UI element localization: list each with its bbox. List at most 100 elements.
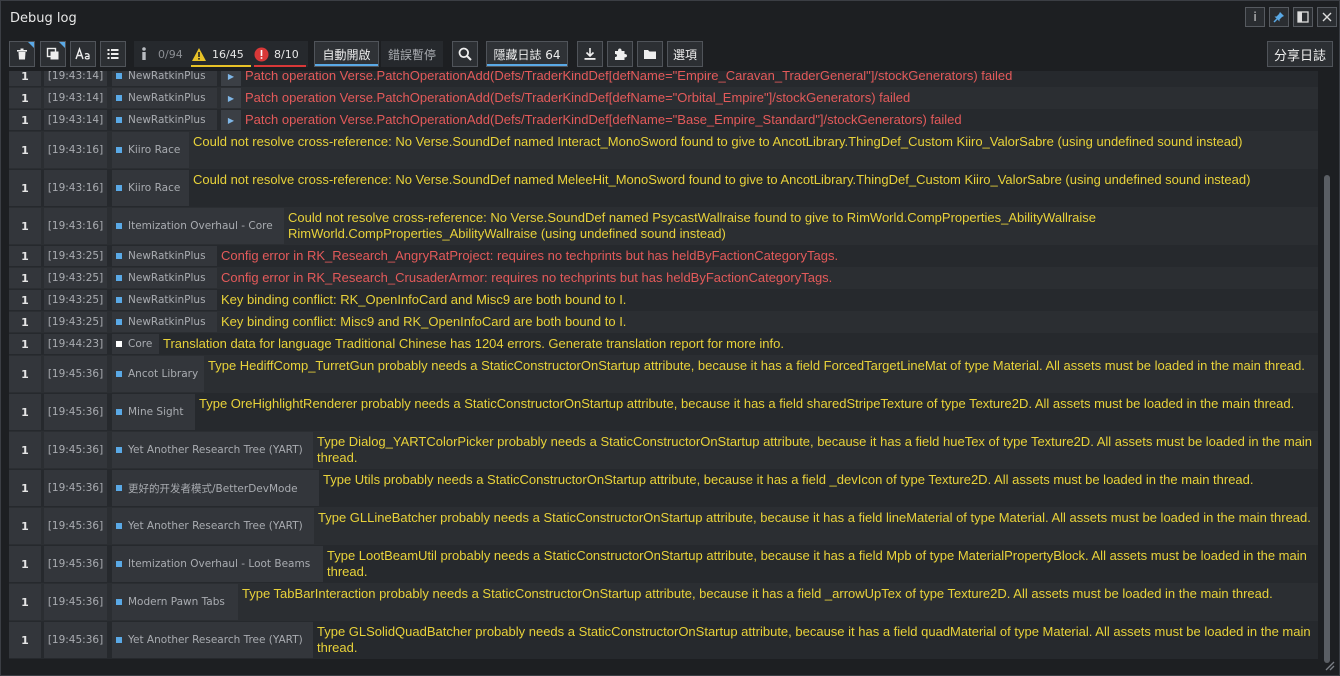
log-entry[interactable]: 1 [19:43:25] NewRatkinPlus Config error in …: [9, 245, 1318, 267]
log-entry[interactable]: 1 [19:45:36] Yet Another Research Tree (YA…: [9, 621, 1318, 659]
expand-arrow-icon[interactable]: ▶: [221, 110, 241, 130]
info-icon: i: [1253, 10, 1257, 24]
entry-message: Type Utils probably needs a StaticConstr…: [323, 472, 1254, 487]
entry-mod-tag[interactable]: Ancot Library: [112, 356, 204, 392]
log-entry[interactable]: 1 [19:43:25] NewRatkinPlus Key binding conf…: [9, 289, 1318, 311]
entry-mod-tag[interactable]: NewRatkinPlus: [112, 110, 217, 130]
resize-grip-icon[interactable]: [1323, 659, 1335, 671]
log-entry[interactable]: 1 [19:45:36] 更好的开发者模式/BetterDevMode Type Ut…: [9, 469, 1318, 507]
mod-color-icon: [116, 147, 122, 153]
entry-timestamp: [19:43:25]: [44, 268, 107, 288]
entry-timestamp: [19:45:36]: [44, 622, 107, 658]
entry-mod-tag[interactable]: NewRatkinPlus: [112, 71, 217, 86]
entry-mod-tag[interactable]: Itemization Overhaul - Core: [112, 208, 284, 244]
entry-mod-tag[interactable]: Mine Sight: [112, 394, 195, 430]
entry-mod-tag[interactable]: NewRatkinPlus: [112, 312, 217, 332]
entry-count: 1: [9, 290, 41, 310]
mod-name: Core: [128, 338, 153, 350]
log-entry[interactable]: 1 [19:45:36] Yet Another Research Tree (YA…: [9, 431, 1318, 469]
options-button[interactable]: 選項: [667, 41, 703, 67]
title-bar[interactable]: Debug log i: [1, 1, 1339, 35]
entry-timestamp: [19:45:36]: [44, 432, 107, 468]
hide-logs-toggle[interactable]: 隱藏日誌 64: [486, 41, 568, 67]
warning-icon: [192, 47, 206, 61]
log-entry[interactable]: 1 [19:43:16] Kiiro Race Could not resolve c…: [9, 169, 1318, 207]
info-button[interactable]: i: [1245, 7, 1265, 27]
mod-color-icon: [116, 275, 122, 281]
close-button[interactable]: [1317, 7, 1337, 27]
scrollbar[interactable]: [1322, 71, 1334, 663]
error-filter-toggle[interactable]: 8/10: [254, 41, 306, 67]
entry-mod-tag[interactable]: NewRatkinPlus: [112, 246, 217, 266]
entry-mod-tag[interactable]: NewRatkinPlus: [112, 268, 217, 288]
mods-button[interactable]: [607, 41, 633, 67]
pause-on-error-label: 錯誤暫停: [387, 47, 436, 62]
log-entry[interactable]: 1 [19:43:16] Itemization Overhaul - Core Co…: [9, 207, 1318, 245]
error-count: 8/10: [274, 47, 299, 61]
log-entry[interactable]: 1 [19:44:23] Core Translation data for lang…: [9, 333, 1318, 355]
download-button[interactable]: [577, 41, 603, 67]
options-label: 選項: [672, 47, 697, 62]
search-icon: [458, 47, 472, 61]
entry-message: Translation data for language Traditiona…: [163, 336, 784, 351]
log-entry[interactable]: 1 [19:43:14] NewRatkinPlus ▶ Patch operation…: [9, 71, 1318, 87]
open-folder-button[interactable]: [637, 41, 663, 67]
entry-message: Type HediffComp_TurretGun probably needs…: [208, 358, 1305, 373]
log-entry[interactable]: 1 [19:45:36] Yet Another Research Tree (YA…: [9, 507, 1318, 545]
copy-button[interactable]: [40, 41, 66, 67]
entry-mod-tag[interactable]: NewRatkinPlus: [112, 88, 217, 108]
mod-color-icon: [116, 73, 122, 79]
entry-count: 1: [9, 268, 41, 288]
info-filter-toggle[interactable]: 0/94: [138, 41, 183, 67]
entry-count: 1: [9, 208, 41, 244]
dock-icon: [1297, 11, 1309, 23]
entry-mod-tag[interactable]: Modern Pawn Tabs: [112, 584, 238, 620]
error-icon: [254, 47, 269, 61]
mod-color-icon: [116, 95, 122, 101]
entry-mod-tag[interactable]: Itemization Overhaul - Loot Beams: [112, 546, 323, 582]
log-entry[interactable]: 1 [19:45:36] Modern Pawn Tabs Type TabBarIn…: [9, 583, 1318, 621]
entry-mod-tag[interactable]: NewRatkinPlus: [112, 290, 217, 310]
dock-button[interactable]: [1293, 7, 1313, 27]
entry-count: 1: [9, 508, 41, 544]
list-icon: [107, 49, 119, 59]
pause-on-error-toggle[interactable]: 錯誤暫停: [381, 41, 443, 67]
folder-icon: [644, 50, 656, 59]
error-active-indicator: [254, 65, 306, 67]
entry-mod-tag[interactable]: Yet Another Research Tree (YART): [112, 432, 313, 468]
entry-count: 1: [9, 394, 41, 430]
search-button[interactable]: [452, 41, 478, 67]
auto-open-toggle[interactable]: 自動開啟: [314, 41, 379, 67]
window-title: Debug log: [10, 11, 77, 26]
entry-timestamp: [19:45:36]: [44, 394, 107, 430]
pin-button[interactable]: [1269, 7, 1289, 27]
scrollbar-thumb[interactable]: [1324, 175, 1330, 663]
corner-indicator: [59, 42, 65, 48]
entry-count: 1: [9, 110, 41, 130]
log-entry[interactable]: 1 [19:43:14] NewRatkinPlus ▶ Patch operation…: [9, 109, 1318, 131]
entry-mod-tag[interactable]: Core: [112, 334, 159, 354]
entry-mod-tag[interactable]: Yet Another Research Tree (YART): [112, 622, 313, 658]
entry-mod-tag[interactable]: Yet Another Research Tree (YART): [112, 508, 314, 544]
mod-color-icon: [116, 561, 122, 567]
mod-name: Yet Another Research Tree (YART): [128, 444, 303, 456]
log-entry[interactable]: 1 [19:43:25] NewRatkinPlus Config error in …: [9, 267, 1318, 289]
log-entry[interactable]: 1 [19:45:36] Ancot Library Type HediffComp_…: [9, 355, 1318, 393]
log-entry[interactable]: 1 [19:45:36] Mine Sight Type OreHighlightRe…: [9, 393, 1318, 431]
log-entry[interactable]: 1 [19:45:36] Itemization Overhaul - Loot B…: [9, 545, 1318, 583]
log-entry[interactable]: 1 [19:43:25] NewRatkinPlus Key binding conf…: [9, 311, 1318, 333]
entry-timestamp: [19:43:14]: [44, 88, 107, 108]
list-view-button[interactable]: [100, 41, 126, 67]
entry-message: Patch operation Verse.PatchOperationAdd(…: [245, 71, 1013, 83]
log-entry[interactable]: 1 [19:43:14] NewRatkinPlus ▶ Patch operation…: [9, 87, 1318, 109]
warning-filter-toggle[interactable]: 16/45: [191, 41, 251, 67]
log-entry[interactable]: 1 [19:43:16] Kiiro Race Could not resolve c…: [9, 131, 1318, 169]
expand-arrow-icon[interactable]: ▶: [221, 71, 241, 86]
share-logs-button[interactable]: 分享日誌: [1267, 41, 1333, 67]
entry-mod-tag[interactable]: Kiiro Race: [112, 170, 189, 206]
clear-log-button[interactable]: [9, 41, 35, 67]
entry-mod-tag[interactable]: Kiiro Race: [112, 132, 189, 168]
expand-arrow-icon[interactable]: ▶: [221, 88, 241, 108]
font-size-button[interactable]: [70, 41, 96, 67]
entry-mod-tag[interactable]: 更好的开发者模式/BetterDevMode: [112, 470, 319, 506]
